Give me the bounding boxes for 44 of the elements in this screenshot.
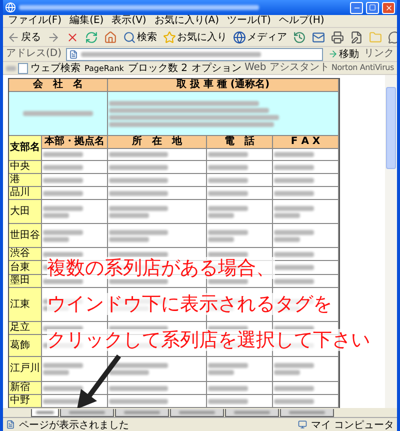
menu-item[interactable]: ツール(T) <box>225 16 273 26</box>
web-search-button[interactable]: ウェブ検索 <box>30 62 82 74</box>
links-label[interactable]: リンク <box>364 49 394 59</box>
row-header: 渋谷 <box>9 248 42 261</box>
row-header: 台東 <box>9 261 42 275</box>
go-button[interactable]: 移動 <box>327 47 360 61</box>
row-header: 支部名 <box>9 136 42 161</box>
row-header: 葛飾 <box>9 335 42 357</box>
row-header: 江戸川 <box>9 357 42 382</box>
menu-item[interactable]: お気に入り(A) <box>152 16 221 26</box>
column-header: 所 在 地 <box>108 136 207 149</box>
address-label: アドレス(D) <box>6 49 62 59</box>
menu-item[interactable]: ファイル(F) <box>6 16 64 26</box>
pagerank-button[interactable]: PageRank <box>84 62 125 74</box>
zone-text: マイ コンピュータ <box>310 418 394 431</box>
row-header: 江東 <box>9 288 42 322</box>
column-header: 電 話 <box>207 136 273 149</box>
status-text: ページが表示されました <box>19 418 129 431</box>
popup-blocker-button[interactable]: ブロック数 2 <box>126 62 188 74</box>
toolbar-button[interactable]: 検索 <box>122 29 158 45</box>
column-header: 会 社 名 <box>9 79 108 92</box>
column-header: 本部・拠点名 <box>42 136 108 149</box>
menu-item[interactable]: 表示(V) <box>110 16 148 26</box>
row-header: 中央 <box>9 161 42 174</box>
options-button[interactable]: オプション <box>190 62 242 74</box>
row-header: 品川 <box>9 187 42 200</box>
row-header: 世田谷 <box>9 224 42 248</box>
row-header: 大田 <box>9 200 42 224</box>
annotation-text: ウインドウ下に表示されるタグを <box>47 293 332 315</box>
row-header: 墨田 <box>9 275 42 288</box>
column-header: F A X <box>273 136 339 149</box>
toolbar-button[interactable]: お気に入り <box>162 29 228 45</box>
row-header: 中野 <box>9 395 42 408</box>
annotation-text: 複数の系列店がある場合、 <box>47 257 275 279</box>
row-header: 足立 <box>9 322 42 335</box>
antivirus-label[interactable]: Norton AntiVirus <box>331 64 394 72</box>
toolbar-button[interactable]: 戻る <box>6 29 42 45</box>
toolbar-button[interactable]: メディア <box>232 29 288 45</box>
menu-item[interactable]: 編集(E) <box>68 16 106 26</box>
row-header: 港 <box>9 174 42 187</box>
assistant-label[interactable]: Web アシスタント <box>244 63 330 73</box>
annotation-text: クリックして系列店を選択して下さい <box>47 329 370 351</box>
row-header: 新宿 <box>9 382 42 395</box>
column-header: 取 扱 車 種 (通称名) <box>108 79 339 92</box>
